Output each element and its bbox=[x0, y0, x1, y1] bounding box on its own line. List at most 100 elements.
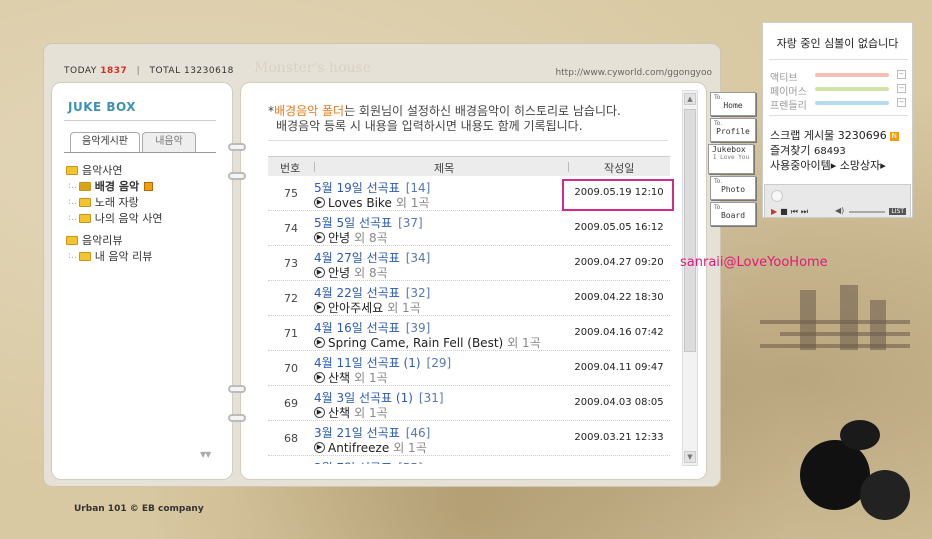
song-item[interactable]: ▶ 안녕 외 8곡 bbox=[314, 264, 388, 281]
home-url[interactable]: http://www.cyworld.com/ggongyoo bbox=[555, 68, 712, 78]
tab-music-board[interactable]: 음악게시판 bbox=[70, 132, 140, 152]
tab-profile[interactable]: To. Profile bbox=[710, 118, 756, 142]
binder-ring bbox=[228, 143, 246, 151]
comment-count: [32] bbox=[405, 286, 431, 300]
section-title: JUKE BOX bbox=[68, 100, 137, 114]
post-date: 2009.04.22 18:30 bbox=[574, 292, 664, 303]
tab-my-music[interactable]: 내음악 bbox=[142, 132, 196, 152]
folder-singing-contest[interactable]: :.. 노래 자랑 bbox=[68, 194, 139, 210]
notice-text: *배경음악 폴더는 회원님이 설정하신 배경음악이 히스토리로 남습니다. 배경… bbox=[268, 104, 621, 133]
table-row[interactable]: 74 5월 5일 선곡표 [37] ▶ 안녕 외 8곡 2009.05.05 16:12 bbox=[268, 211, 670, 246]
tab-jukebox[interactable]: Jukebox I Love You bbox=[708, 144, 754, 174]
equalizer-decoration bbox=[870, 300, 886, 350]
row-number: 72 bbox=[284, 292, 298, 305]
play-circle-icon[interactable]: ▶ bbox=[314, 372, 325, 383]
table-row[interactable]: 72 4월 22일 선곡표 [32] ▶ 안아주세요 외 1곡 2009.04.22 18:… bbox=[268, 281, 670, 316]
favorites-count[interactable]: 즐겨찾기 68493 bbox=[770, 142, 846, 158]
folder-my-music-story[interactable]: :.. 나의 음악 사연 bbox=[68, 210, 162, 226]
total-count: 13230618 bbox=[183, 66, 234, 76]
visitor-counter-bar: TODAY 1837 | TOTAL 13230618 Monster's ho… bbox=[64, 60, 712, 80]
play-circle-icon[interactable]: ▶ bbox=[314, 337, 325, 348]
tab-board[interactable]: To. Board bbox=[710, 202, 756, 226]
plus-icon: − bbox=[897, 84, 906, 93]
playlist-button[interactable]: LIST bbox=[889, 208, 906, 215]
song-item[interactable]: ▶ Spring Came, Rain Fell (Best) 외 1곡 bbox=[314, 334, 541, 351]
music-player: ▶■⏮⏭ ◀) LIST bbox=[764, 184, 911, 218]
row-number: 70 bbox=[284, 362, 298, 375]
scroll-thumb[interactable] bbox=[684, 109, 696, 352]
table-header: 번호 제목 작성일 bbox=[268, 156, 670, 176]
folder-open-icon bbox=[78, 181, 91, 191]
play-circle-icon[interactable]: ▶ bbox=[314, 407, 325, 418]
song-item[interactable]: ▶ Loves Bike 외 1곡 bbox=[314, 194, 429, 211]
comment-count: [46] bbox=[405, 426, 431, 440]
row-number: 69 bbox=[284, 397, 298, 410]
new-badge-icon: N bbox=[889, 131, 899, 141]
folder-my-music-review[interactable]: :.. 내 음악 리뷰 bbox=[68, 248, 152, 264]
comment-count: [29] bbox=[426, 356, 452, 370]
tab-photo[interactable]: To. Photo bbox=[710, 176, 756, 200]
table-row[interactable]: 69 4월 3일 선곡표 (1) [31] ▶ 산책 외 1곡 2009.04.03 08:… bbox=[268, 386, 670, 421]
comment-count: [37] bbox=[398, 216, 423, 230]
scroll-up-icon[interactable]: ▲ bbox=[684, 93, 696, 105]
notice-highlight: 배경음악 폴더 bbox=[274, 104, 345, 118]
table-row[interactable]: 3월 7일 선곡표[55] bbox=[268, 456, 670, 464]
stat-friendly: 프렌들리 − bbox=[770, 98, 906, 112]
comment-count: [14] bbox=[405, 181, 431, 195]
scrap-count[interactable]: 스크랩 게시물 3230696 N bbox=[770, 127, 899, 143]
scrollbar[interactable]: ▲ ▼ bbox=[682, 90, 698, 466]
home-name: Monster's house bbox=[254, 60, 371, 76]
volume-icon[interactable]: ◀) bbox=[835, 206, 844, 215]
song-item[interactable]: ▶ Antifreeze 외 1곡 bbox=[314, 439, 427, 456]
folder-music-story[interactable]: 음악사연 bbox=[66, 162, 122, 178]
double-down-arrow-icon[interactable]: ▼▼ bbox=[200, 450, 211, 459]
disc-icon bbox=[771, 190, 783, 202]
play-circle-icon[interactable]: ▶ bbox=[314, 302, 325, 313]
new-badge-icon bbox=[144, 181, 154, 191]
row-number: 71 bbox=[284, 327, 298, 340]
highlight-box bbox=[562, 179, 674, 211]
folder-music-review[interactable]: 음악리뷰 bbox=[66, 232, 122, 248]
headphone-decoration bbox=[860, 470, 910, 520]
table-row[interactable]: 73 4월 27일 선곡표 [34] ▶ 안녕 외 8곡 2009.04.27 09:20 bbox=[268, 246, 670, 281]
song-item[interactable]: ▶ 안녕 외 8곡 bbox=[314, 229, 388, 246]
stat-active: 액티브 − bbox=[770, 70, 906, 84]
song-item[interactable]: ▶ 산책 외 1곡 bbox=[314, 369, 388, 386]
header-title: 제목 bbox=[434, 162, 455, 175]
volume-slider[interactable] bbox=[849, 211, 885, 213]
song-item[interactable]: ▶ 산책 외 1곡 bbox=[314, 404, 388, 421]
folder-background-music[interactable]: :.. 배경 음악 bbox=[68, 178, 154, 194]
song-item[interactable]: ▶ 안아주세요 외 1곡 bbox=[314, 299, 421, 316]
stat-famous: 페이머스 − bbox=[770, 84, 906, 98]
scroll-down-icon[interactable]: ▼ bbox=[684, 451, 696, 463]
play-circle-icon[interactable]: ▶ bbox=[314, 232, 325, 243]
post-date: 2009.04.16 07:42 bbox=[574, 327, 664, 338]
row-number: 73 bbox=[284, 257, 298, 270]
player-controls[interactable]: ▶■⏮⏭ bbox=[771, 207, 811, 217]
table-row[interactable]: 71 4월 16일 선곡표 [39] ▶ Spring Came, Rain Fell … bbox=[268, 316, 670, 351]
comment-count: [55] bbox=[398, 461, 423, 464]
table-row[interactable]: 70 4월 11일 선곡표 (1) [29] ▶ 산책 외 1곡 2009.04.11 09… bbox=[268, 351, 670, 386]
comment-count: [39] bbox=[405, 321, 431, 335]
post-date: 2009.04.11 09:47 bbox=[574, 362, 664, 373]
plus-icon: − bbox=[897, 98, 906, 107]
row-number: 74 bbox=[284, 222, 298, 235]
items-link[interactable]: 사용중아이템 bbox=[770, 159, 831, 172]
today-label: TODAY bbox=[64, 66, 97, 76]
comment-count: [31] bbox=[418, 391, 444, 405]
play-circle-icon[interactable]: ▶ bbox=[314, 267, 325, 278]
play-circle-icon[interactable]: ▶ bbox=[314, 442, 325, 453]
post-title-link[interactable]: 3월 7일 선곡표[55] bbox=[314, 459, 423, 464]
table-row[interactable]: 68 3월 21일 선곡표 [46] ▶ Antifreeze 외 1곡 2009.03.2… bbox=[268, 421, 670, 456]
post-list: 75 5월 19일 선곡표 [14] ▶ Loves Bike 외 1곡 2009.05.1… bbox=[268, 176, 670, 464]
header-number: 번호 bbox=[280, 162, 301, 175]
tab-home[interactable]: To. Home bbox=[710, 92, 756, 116]
folder-icon bbox=[78, 251, 91, 261]
folder-icon bbox=[78, 213, 91, 223]
header-date: 작성일 bbox=[604, 162, 635, 175]
play-circle-icon[interactable]: ▶ bbox=[314, 197, 325, 208]
next-icon: ⏭ bbox=[800, 207, 812, 216]
wish-box-link[interactable]: 소망상자 bbox=[840, 159, 880, 172]
folder-icon bbox=[66, 235, 78, 245]
play-icon: ▶ bbox=[771, 207, 781, 216]
